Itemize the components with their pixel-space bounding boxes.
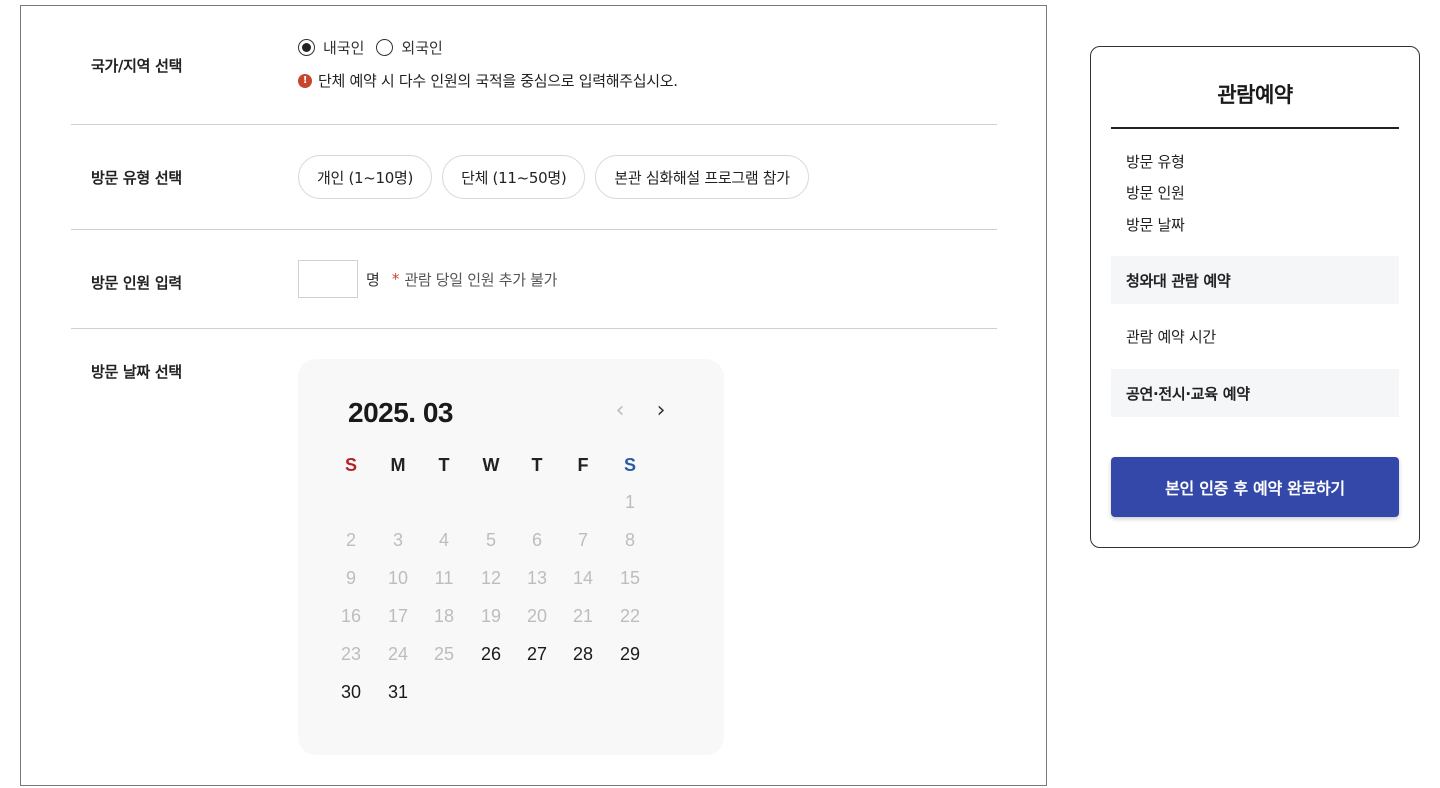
- calendar-day: 7: [577, 530, 588, 550]
- calendar-day[interactable]: 31: [378, 682, 418, 703]
- calendar-day: 20: [526, 606, 548, 626]
- summary-section-events: 공연·전시·교육 예약: [1111, 369, 1399, 417]
- people-row: 방문 인원 입력 명 * 관람 당일 인원 추가 불가: [71, 230, 997, 329]
- calendar-day: 24: [387, 644, 409, 664]
- date-label: 방문 날짜 선택: [91, 363, 182, 381]
- submit-reservation-button[interactable]: 본인 인증 후 예약 완료하기: [1111, 457, 1399, 517]
- calendar-day: 10: [387, 568, 409, 588]
- summary-title: 관람예약: [1217, 83, 1293, 107]
- calendar-day: 13: [526, 568, 548, 588]
- calendar-day: 22: [619, 606, 641, 626]
- nationality-label: 국가/지역 선택: [91, 57, 183, 75]
- calendar-day: 16: [340, 606, 362, 626]
- calendar-month-title: 2025. 03: [348, 397, 454, 428]
- weekday-header: F: [577, 455, 589, 475]
- calendar-day: 23: [340, 644, 362, 664]
- visit-type-row: 방문 유형 선택 개인 (1~10명) 단체 (11~50명) 본관 심화해설 …: [71, 125, 997, 230]
- radio-foreign-label[interactable]: 외국인: [401, 37, 442, 58]
- summary-tour-time: 관람 예약 시간: [1126, 328, 1216, 346]
- calendar-day: 2: [345, 530, 356, 550]
- required-mark: *: [391, 270, 400, 288]
- visit-type-program-button[interactable]: 본관 심화해설 프로그램 참가: [595, 155, 809, 199]
- calendar-day: 19: [480, 606, 502, 626]
- weekday-header: W: [482, 455, 500, 475]
- calendar-day[interactable]: 29: [610, 644, 650, 665]
- people-count-input[interactable]: [298, 260, 358, 298]
- summary-divider: [1111, 127, 1399, 129]
- calendar-day: 14: [572, 568, 594, 588]
- summary-section-tour: 청와대 관람 예약: [1111, 256, 1399, 304]
- weekday-header: M: [390, 455, 406, 475]
- reservation-summary: 관람예약 방문 유형 방문 인원 방문 날짜 청와대 관람 예약 관람 예약 시…: [1090, 46, 1420, 548]
- weekday-header: T: [531, 455, 543, 475]
- calendar-day: 9: [345, 568, 356, 588]
- radio-domestic-label[interactable]: 내국인: [323, 37, 364, 58]
- calendar-day: 3: [392, 530, 403, 550]
- visit-type-options: 개인 (1~10명) 단체 (11~50명) 본관 심화해설 프로그램 참가: [298, 155, 819, 199]
- calendar-day[interactable]: 27: [517, 644, 557, 665]
- visit-type-individual-button[interactable]: 개인 (1~10명): [298, 155, 433, 199]
- chevron-right-icon[interactable]: ›: [651, 399, 671, 423]
- nationality-notice: ! 단체 예약 시 다수 인원의 국적을 중심으로 입력해주십시오.: [298, 70, 678, 91]
- calendar-day: 8: [624, 530, 635, 550]
- radio-foreign[interactable]: [376, 39, 394, 56]
- people-label: 방문 인원 입력: [91, 274, 182, 292]
- summary-visit-type: 방문 유형: [1126, 153, 1185, 171]
- reservation-form: 국가/지역 선택 내국인 외국인 ! 단체 예약 시 다수 인원의 국적을 중심…: [20, 5, 1047, 786]
- radio-domestic[interactable]: [298, 39, 315, 56]
- nationality-options: 내국인 외국인 ! 단체 예약 시 다수 인원의 국적을 중심으로 입력해주십시…: [298, 37, 678, 91]
- calendar-day: 6: [531, 530, 542, 550]
- weekday-header: S: [344, 455, 357, 475]
- calendar-day: 17: [387, 606, 409, 626]
- calendar-day: 1: [624, 492, 635, 512]
- calendar-day: 4: [438, 530, 449, 550]
- nationality-notice-text: 단체 예약 시 다수 인원의 국적을 중심으로 입력해주십시오.: [318, 72, 678, 90]
- people-unit: 명: [366, 270, 380, 289]
- calendar-day: 5: [485, 530, 496, 550]
- summary-visit-date: 방문 날짜: [1126, 216, 1185, 234]
- calendar-day: 18: [433, 606, 455, 626]
- calendar-day: 15: [619, 568, 641, 588]
- nationality-row: 국가/지역 선택 내국인 외국인 ! 단체 예약 시 다수 인원의 국적을 중심…: [71, 5, 997, 125]
- chevron-left-icon[interactable]: ‹: [610, 399, 630, 423]
- calendar-day: 25: [433, 644, 455, 664]
- calendar-day: 21: [572, 606, 594, 626]
- calendar-day[interactable]: 26: [471, 644, 511, 665]
- calendar-day: 11: [434, 568, 454, 588]
- weekday-header: T: [438, 455, 450, 475]
- people-input-group: 명 * 관람 당일 인원 추가 불가: [298, 260, 557, 298]
- people-note: 관람 당일 인원 추가 불가: [404, 270, 558, 289]
- calendar-day: 12: [480, 568, 502, 588]
- visit-type-label: 방문 유형 선택: [91, 169, 182, 187]
- info-icon: !: [298, 73, 312, 88]
- visit-type-group-button[interactable]: 단체 (11~50명): [442, 155, 586, 199]
- calendar-day[interactable]: 30: [331, 682, 371, 703]
- calendar: 2025. 03 ‹ › S M T W T F S 1 2 3 4 5 6 7 8 9 10 11 12 13 14 1…: [298, 359, 724, 755]
- weekday-header: S: [623, 455, 636, 475]
- summary-visit-people: 방문 인원: [1126, 184, 1185, 202]
- calendar-day[interactable]: 28: [563, 644, 603, 665]
